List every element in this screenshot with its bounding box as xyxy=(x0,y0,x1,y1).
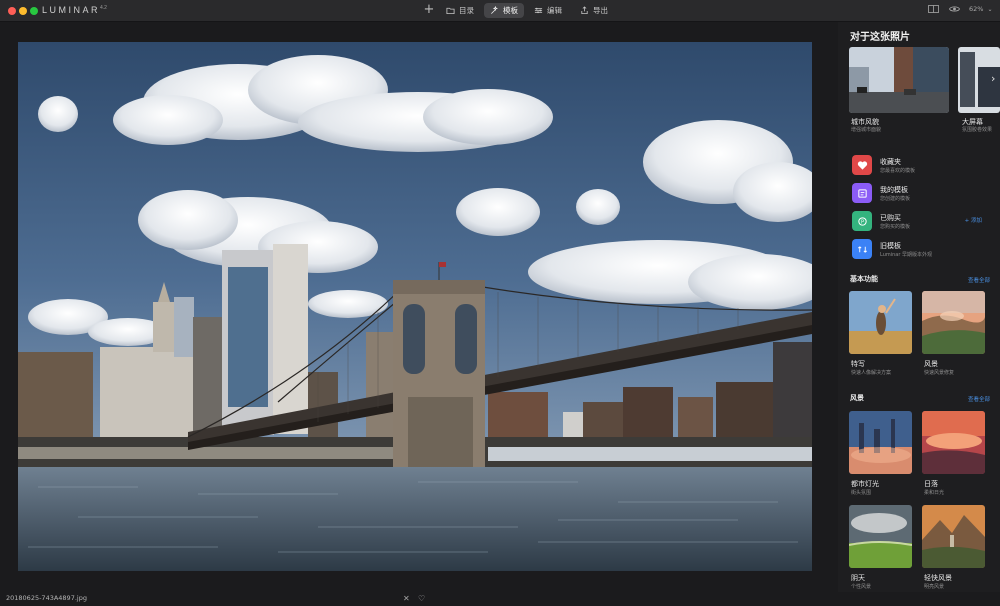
app-version: 4.2 xyxy=(100,5,107,11)
add-images-button[interactable]: + xyxy=(422,3,436,17)
template-portrait-name: 特写 xyxy=(851,360,865,368)
compare-view-button[interactable] xyxy=(928,5,939,13)
template-sunset-name: 日落 xyxy=(924,480,938,488)
export-icon xyxy=(581,6,588,15)
thumb-sunset-image xyxy=(922,411,985,474)
template-light-landscape-name: 轻快风景 xyxy=(924,574,952,582)
zoom-level-dropdown[interactable]: 62% ⌄ xyxy=(969,5,992,13)
minimize-window-button[interactable] xyxy=(19,7,27,15)
category-purchased-title: 已购买 xyxy=(880,214,901,222)
template-sunset[interactable] xyxy=(922,411,985,474)
main-photo[interactable] xyxy=(18,42,812,571)
heart-icon xyxy=(852,155,872,175)
tab-catalog-label: 目录 xyxy=(459,6,474,15)
template-city-lights-name: 都市灯光 xyxy=(851,480,879,488)
thumb-city-lights-image xyxy=(849,411,912,474)
template-city-lights[interactable] xyxy=(849,411,912,474)
template-landscape[interactable] xyxy=(922,291,985,354)
templates-panel: 对于这张照片 城市风貌 增强城市面貌 › 大屏幕 氛围胶卷效果 收藏夹 您最喜欢… xyxy=(838,22,1000,592)
section-landscape-see-all[interactable]: 查看全部 xyxy=(968,395,990,403)
template-portrait[interactable] xyxy=(849,291,912,354)
user-template-icon xyxy=(852,183,872,203)
category-purchased[interactable]: P 已购买 您购买的模板 + 添加 xyxy=(852,210,992,232)
purchased-icon: P xyxy=(852,211,872,231)
chevron-down-icon: ⌄ xyxy=(987,5,993,13)
category-my-templates-sub: 您创建的模板 xyxy=(880,196,911,202)
category-legacy-sub: Luminar 早期版本外观 xyxy=(880,252,933,258)
category-purchased-sub: 您购买的模板 xyxy=(880,224,911,230)
thumb-overcast-image xyxy=(849,505,912,568)
category-my-templates[interactable]: 我的模板 您创建的模板 xyxy=(852,182,992,204)
app-logo: LUMINAR4.2 xyxy=(42,5,107,15)
title-bar: LUMINAR4.2 + 目录 模板 编辑 导出 62% ⌄ xyxy=(0,0,1000,22)
sliders-icon xyxy=(534,7,543,14)
template-landscape-sub: 快速风景修复 xyxy=(924,370,955,376)
compare-icon xyxy=(928,5,939,13)
template-city-lights-sub: 街头氛围 xyxy=(851,490,872,496)
section-landscape-title: 风景 xyxy=(850,394,864,402)
image-canvas xyxy=(0,22,838,592)
template-light-landscape[interactable] xyxy=(922,505,985,568)
tab-catalog[interactable]: 目录 xyxy=(440,3,480,18)
preview-toggle-button[interactable] xyxy=(949,5,960,13)
eye-icon xyxy=(949,6,960,12)
photo-brooklyn-bridge xyxy=(18,42,812,571)
category-legacy-title: 旧模板 xyxy=(880,242,901,250)
panel-title: 对于这张照片 xyxy=(850,32,910,43)
thumb-landscape-image xyxy=(922,291,985,354)
thumb-portrait-image xyxy=(849,291,912,354)
tab-export-label: 导出 xyxy=(593,6,608,15)
tab-export[interactable]: 导出 xyxy=(574,3,614,18)
zoom-window-button[interactable] xyxy=(30,7,38,15)
category-favorites-sub: 您最喜欢的模板 xyxy=(880,168,916,174)
template-overcast-sub: 个性风景 xyxy=(851,584,872,590)
svg-text:P: P xyxy=(860,219,863,225)
template-overcast-name: 阴天 xyxy=(851,574,865,582)
category-favorites[interactable]: 收藏夹 您最喜欢的模板 xyxy=(852,154,992,176)
thumb-light-landscape-image xyxy=(922,505,985,568)
section-essentials-see-all[interactable]: 查看全部 xyxy=(968,276,990,284)
status-bar: 20180625-743A4897.jpg ✕ ♡ xyxy=(0,592,1000,606)
template-sunset-sub: 柔和日光 xyxy=(924,490,945,496)
folder-icon xyxy=(446,7,455,15)
template-wand-icon xyxy=(491,6,498,14)
tab-templates-label: 模板 xyxy=(503,6,518,15)
add-purchased-link[interactable]: + 添加 xyxy=(965,216,982,224)
category-legacy[interactable]: 旧模板 Luminar 早期版本外观 xyxy=(852,238,992,260)
section-essentials-title: 基本功能 xyxy=(850,275,878,283)
tab-edit[interactable]: 编辑 xyxy=(528,3,568,18)
category-favorites-title: 收藏夹 xyxy=(880,158,901,166)
zoom-level: 62% xyxy=(969,5,984,13)
featured-template-city[interactable] xyxy=(849,47,949,113)
chevron-right-icon[interactable]: › xyxy=(991,72,995,85)
template-landscape-name: 风景 xyxy=(924,360,938,368)
tab-templates[interactable]: 模板 xyxy=(484,3,524,18)
legacy-template-icon xyxy=(852,239,872,259)
category-my-templates-title: 我的模板 xyxy=(880,186,908,194)
file-name: 20180625-743A4897.jpg xyxy=(6,594,87,602)
featured-bigscreen-sub: 氛围胶卷效果 xyxy=(962,127,993,133)
favorite-heart-icon[interactable]: ♡ xyxy=(418,594,425,603)
thumb-city-image xyxy=(849,47,949,113)
template-light-landscape-sub: 明亮风景 xyxy=(924,584,945,590)
tab-edit-label: 编辑 xyxy=(547,6,562,15)
reject-icon[interactable]: ✕ xyxy=(403,594,410,603)
close-window-button[interactable] xyxy=(8,7,16,15)
template-portrait-sub: 快速人像解决方案 xyxy=(851,370,892,376)
template-overcast[interactable] xyxy=(849,505,912,568)
featured-city-sub: 增强城市面貌 xyxy=(851,127,882,133)
